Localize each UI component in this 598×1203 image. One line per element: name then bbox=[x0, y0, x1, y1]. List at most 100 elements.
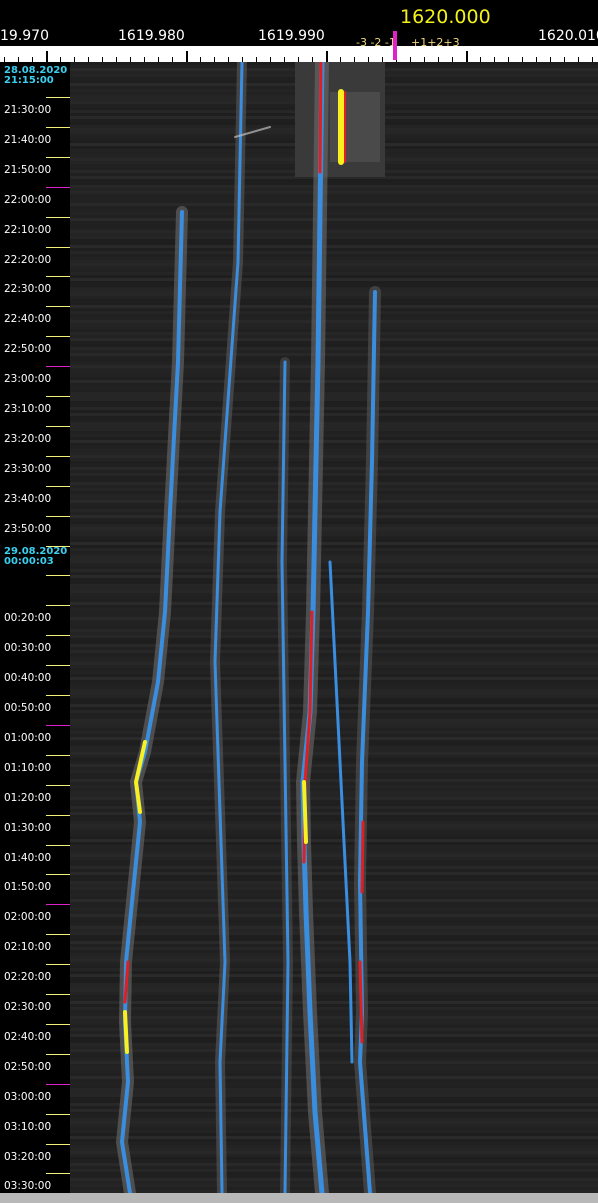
noise-band bbox=[70, 293, 598, 296]
noise-band bbox=[70, 1139, 598, 1142]
noise-band bbox=[70, 485, 598, 488]
waterfall-display[interactable] bbox=[70, 62, 598, 1193]
noise-band bbox=[70, 1106, 598, 1109]
noise-band bbox=[70, 179, 598, 182]
noise-band bbox=[70, 764, 598, 767]
signal-mid bbox=[360, 820, 365, 894]
noise-band bbox=[70, 962, 598, 965]
noise-band bbox=[70, 839, 598, 842]
noise-band bbox=[70, 833, 598, 836]
center-frequency-marker[interactable] bbox=[393, 31, 397, 60]
noise-band bbox=[70, 245, 598, 248]
noise-band bbox=[70, 530, 598, 533]
scale-major-tick bbox=[46, 51, 48, 62]
noise-band bbox=[70, 539, 598, 542]
time-label: 01:50:00 bbox=[4, 881, 52, 894]
noise-band bbox=[70, 1037, 598, 1040]
noise-band bbox=[70, 209, 598, 212]
noise-band bbox=[70, 956, 598, 959]
time-label: 02:20:00 bbox=[4, 971, 52, 984]
noise-band bbox=[70, 932, 598, 935]
noise-band bbox=[70, 971, 598, 974]
noise-band bbox=[70, 995, 598, 998]
time-label: 21:30:00 bbox=[4, 104, 52, 116]
noise-band bbox=[70, 476, 598, 479]
noise-band bbox=[70, 572, 598, 575]
time-label: 23:40:00 bbox=[4, 492, 52, 505]
noise-band bbox=[70, 893, 598, 896]
noise-band bbox=[70, 197, 598, 200]
noise-band bbox=[70, 845, 598, 848]
noise-band bbox=[70, 206, 598, 209]
noise-band bbox=[70, 1175, 598, 1178]
noise-band bbox=[70, 842, 598, 845]
noise-band bbox=[70, 875, 598, 878]
time-label: 03:00:00 bbox=[4, 1090, 52, 1103]
noise-band bbox=[70, 794, 598, 797]
noise-band bbox=[70, 1157, 598, 1160]
noise-band bbox=[70, 1109, 598, 1112]
noise-band bbox=[70, 1103, 598, 1106]
noise-band bbox=[70, 1094, 598, 1097]
noise-band bbox=[70, 680, 598, 683]
noise-band bbox=[70, 1070, 598, 1073]
time-tick bbox=[46, 934, 70, 936]
noise-band bbox=[70, 356, 598, 359]
frequency-label: 1620.010 bbox=[538, 28, 598, 44]
noise-band bbox=[70, 230, 598, 233]
time-tick bbox=[46, 605, 70, 607]
noise-band bbox=[70, 182, 598, 185]
noise-band bbox=[70, 1127, 598, 1130]
time-tick bbox=[46, 186, 70, 188]
noise-band bbox=[70, 1163, 598, 1166]
noise-band bbox=[70, 683, 598, 686]
signal-mid bbox=[358, 960, 364, 1044]
noise-band bbox=[70, 977, 598, 980]
noise-band bbox=[70, 404, 598, 407]
noise-band bbox=[70, 536, 598, 539]
noise-band bbox=[70, 899, 598, 902]
noise-band bbox=[70, 587, 598, 590]
noise-band bbox=[70, 1043, 598, 1046]
noise-band bbox=[70, 902, 598, 905]
noise-band bbox=[70, 869, 598, 872]
noise-band bbox=[70, 497, 598, 500]
noise-band bbox=[70, 590, 598, 593]
noise-band bbox=[70, 767, 598, 770]
noise-band bbox=[70, 1166, 598, 1169]
noise-band bbox=[70, 1136, 598, 1139]
noise-band bbox=[70, 596, 598, 599]
noise-band bbox=[70, 992, 598, 995]
noise-band bbox=[70, 1022, 598, 1025]
noise-band bbox=[70, 1085, 598, 1088]
noise-band bbox=[70, 1100, 598, 1103]
noise-band bbox=[70, 1091, 598, 1094]
noise-band bbox=[70, 581, 598, 584]
noise-band bbox=[70, 797, 598, 800]
noise-band bbox=[70, 914, 598, 917]
frequency-scale[interactable] bbox=[0, 46, 598, 62]
scale-major-tick bbox=[186, 51, 188, 62]
noise-band bbox=[70, 803, 598, 806]
noise-band bbox=[70, 308, 598, 311]
noise-band bbox=[70, 953, 598, 956]
noise-band bbox=[70, 326, 598, 329]
noise-band bbox=[70, 263, 598, 266]
noise-band bbox=[70, 380, 598, 383]
noise-band bbox=[70, 353, 598, 356]
noise-band bbox=[70, 788, 598, 791]
noise-band bbox=[70, 965, 598, 968]
noise-band bbox=[70, 1034, 598, 1037]
noise-band bbox=[70, 269, 598, 272]
noise-band bbox=[70, 260, 598, 263]
noise-band bbox=[70, 1148, 598, 1151]
noise-band bbox=[70, 461, 598, 464]
time-tick bbox=[46, 455, 70, 457]
noise-band bbox=[70, 368, 598, 371]
time-tick bbox=[46, 1083, 70, 1085]
noise-band bbox=[70, 443, 598, 446]
noise-band bbox=[70, 689, 598, 692]
noise-band bbox=[70, 257, 598, 260]
time-tick bbox=[46, 246, 70, 248]
noise-band bbox=[70, 284, 598, 287]
